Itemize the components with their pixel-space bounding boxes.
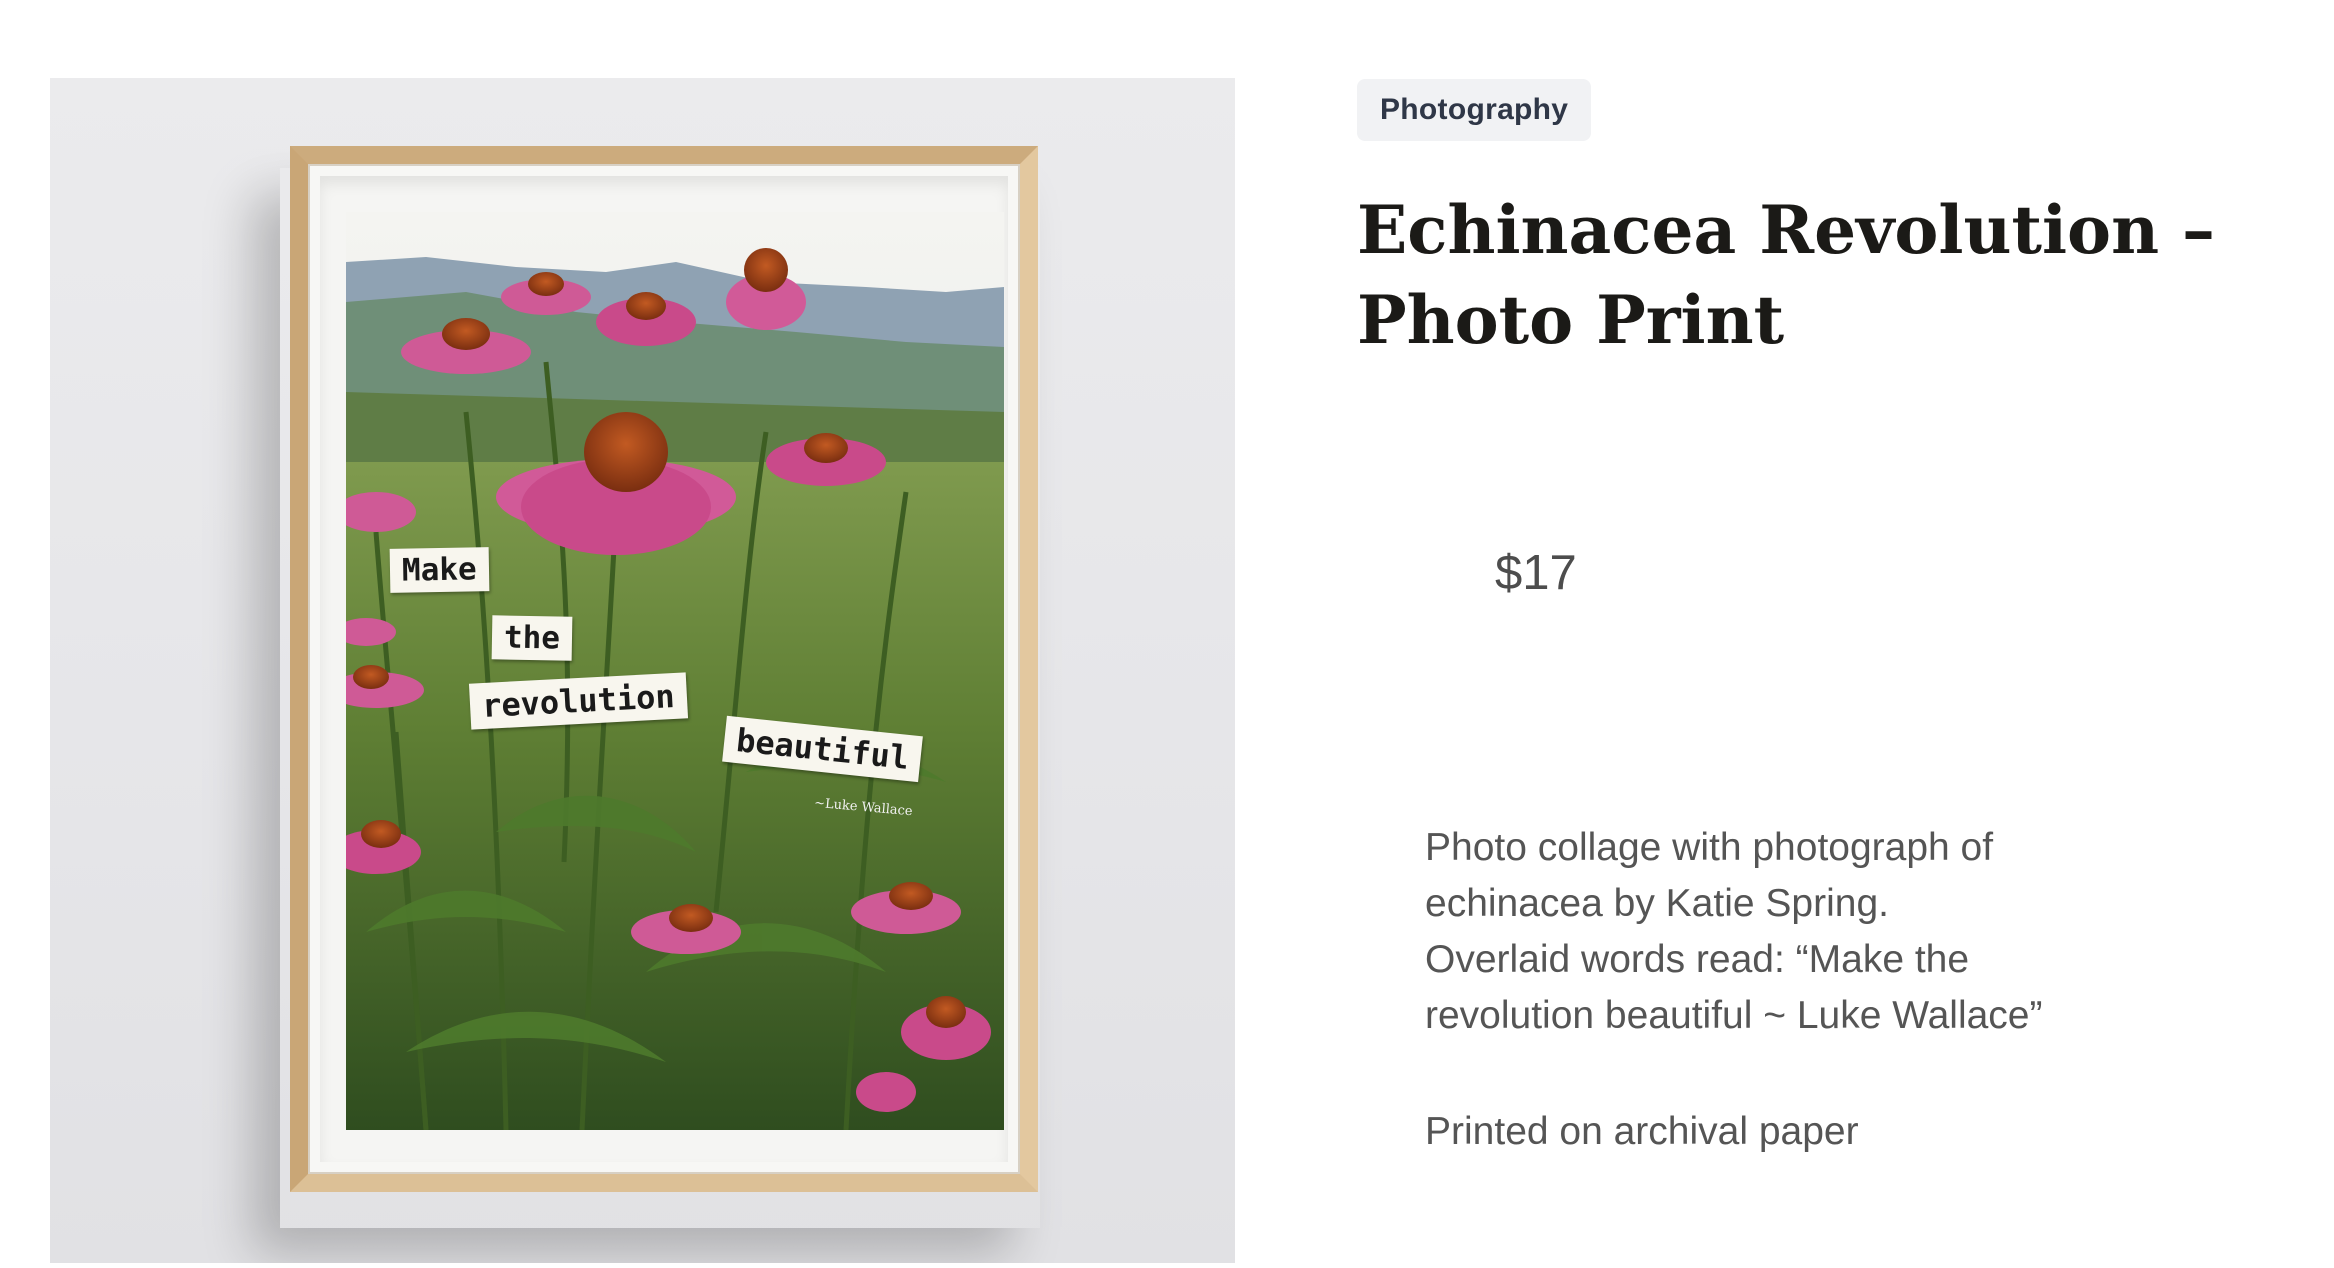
product-image[interactable]: Make the revolution beautiful ~Luke Wall… — [50, 78, 1235, 1263]
product-page: Make the revolution beautiful ~Luke Wall… — [0, 0, 2334, 1268]
category-badge[interactable]: Photography — [1357, 79, 1592, 141]
description-paragraph: Photo collage with photograph of echinac… — [1425, 826, 2043, 1037]
wooden-frame: Make the revolution beautiful ~Luke Wall… — [290, 146, 1038, 1192]
collage-word-make: Make — [389, 547, 490, 593]
collage-word-the: the — [491, 615, 573, 661]
echinacea-photo: Make the revolution beautiful ~Luke Wall… — [346, 212, 1004, 1130]
flower-field-illustration — [346, 212, 1004, 1130]
product-price: $17 — [1495, 546, 1577, 600]
product-title: Echinacea Revolution – Photo Print — [1357, 191, 2216, 359]
description-paragraph: Printed on archival paper — [1425, 1110, 1859, 1153]
product-description: Photo collage with photograph of echinac… — [1425, 820, 2045, 1160]
